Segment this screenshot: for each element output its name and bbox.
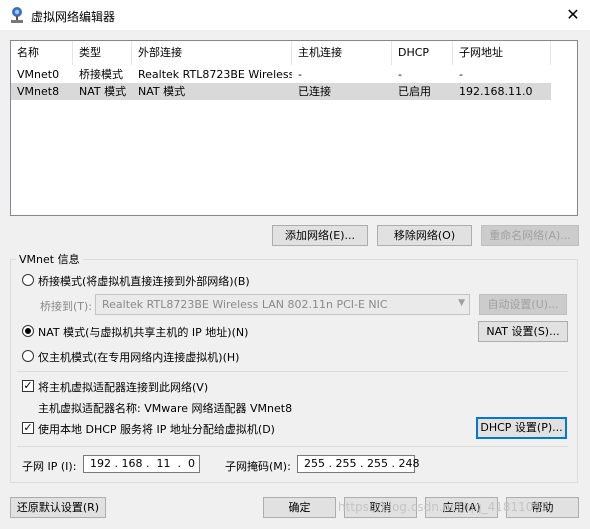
column-header-host[interactable]: 主机连接 [292,41,392,65]
network-editor-app-icon [11,7,23,23]
cell-host: 已连接 [298,85,331,98]
nat-settings-button[interactable]: NAT 设置(S)... [478,321,568,342]
connect-adapter-label[interactable]: 将主机虚拟适配器连接到此网络(V) [38,379,208,395]
nat-mode-radio[interactable] [22,325,34,337]
table-row-selected[interactable]: VMnet8 NAT 模式 NAT 模式 已连接 已启用 192.168.11.… [11,83,551,100]
host-only-mode-label[interactable]: 仅主机模式(在专用网络内连接虚拟机)(H) [38,349,239,365]
rename-network-button[interactable]: 重命名网络(A)... [481,225,579,246]
divider [17,446,568,447]
add-network-button[interactable]: 添加网络(E)... [272,225,368,246]
dhcp-label[interactable]: 使用本地 DHCP 服务将 IP 地址分配给虚拟机(D) [38,421,275,437]
table-row[interactable]: VMnet0 桥接模式 Realtek RTL8723BE Wireless..… [11,66,551,83]
help-button[interactable]: 帮助 [506,497,579,518]
divider [17,371,568,372]
cell-host: - [298,68,302,81]
column-header-subnet[interactable]: 子网地址 [453,41,551,65]
bridged-mode-label[interactable]: 桥接模式(将虚拟机直接连接到外部网络)(B) [38,273,250,289]
cell-dhcp: - [398,68,402,81]
remove-network-button[interactable]: 移除网络(O) [377,225,472,246]
host-only-mode-radio[interactable] [22,350,34,362]
ok-button[interactable]: 确定 [263,497,336,518]
cell-type: NAT 模式 [79,85,127,98]
cell-subnet: 192.168.11.0 [459,85,533,98]
cell-external: NAT 模式 [138,85,186,98]
subnet-ip-field[interactable]: 192 . 168 . 11 . 0 [83,455,200,473]
network-list[interactable]: 名称 类型 外部连接 主机连接 DHCP 子网地址 VMnet0 桥接模式 Re… [10,40,578,216]
bridge-to-select[interactable]: Realtek RTL8723BE Wireless LAN 802.11n P… [95,294,470,315]
cell-subnet: - [459,68,463,81]
column-header-name[interactable]: 名称 [11,41,73,65]
vmnet-info-label: VMnet 信息 [16,251,83,267]
restore-defaults-button[interactable]: 还原默认设置(R) [10,497,106,518]
column-header-external[interactable]: 外部连接 [132,41,292,65]
cell-external: Realtek RTL8723BE Wireless... [138,68,292,81]
cell-name: VMnet8 [17,85,60,98]
cell-type: 桥接模式 [79,68,123,81]
column-header-type[interactable]: 类型 [73,41,132,65]
apply-button[interactable]: 应用(A) [425,497,498,518]
cell-dhcp: 已启用 [398,85,431,98]
window-title: 虚拟网络编辑器 [31,10,116,24]
auto-settings-button[interactable]: 自动设置(U)... [479,294,567,315]
dhcp-checkbox[interactable]: ✓ [22,422,34,434]
column-header-dhcp[interactable]: DHCP [392,41,453,65]
subnet-mask-field[interactable]: 255 . 255 . 255 . 248 [297,455,419,473]
close-icon[interactable]: ✕ [562,4,584,26]
chevron-down-icon: ▼ [458,298,465,308]
cancel-button[interactable]: 取消 [344,497,417,518]
adapter-name-text: 主机虚拟适配器名称: VMware 网络适配器 VMnet8 [38,402,293,415]
dhcp-settings-button[interactable]: DHCP 设置(P)... [476,417,567,439]
nat-mode-label[interactable]: NAT 模式(与虚拟机共享主机的 IP 地址)(N) [38,324,248,340]
list-header: 名称 类型 外部连接 主机连接 DHCP 子网地址 [11,41,577,65]
subnet-ip-label: 子网 IP (I): [22,460,77,473]
subnet-mask-label: 子网掩码(M): [225,460,291,473]
bridge-to-label: 桥接到(T): [40,300,93,313]
cell-name: VMnet0 [17,68,60,81]
connect-adapter-checkbox[interactable]: ✓ [22,380,34,392]
bridge-to-value: Realtek RTL8723BE Wireless LAN 802.11n P… [102,298,388,311]
bridged-mode-radio[interactable] [22,274,34,286]
